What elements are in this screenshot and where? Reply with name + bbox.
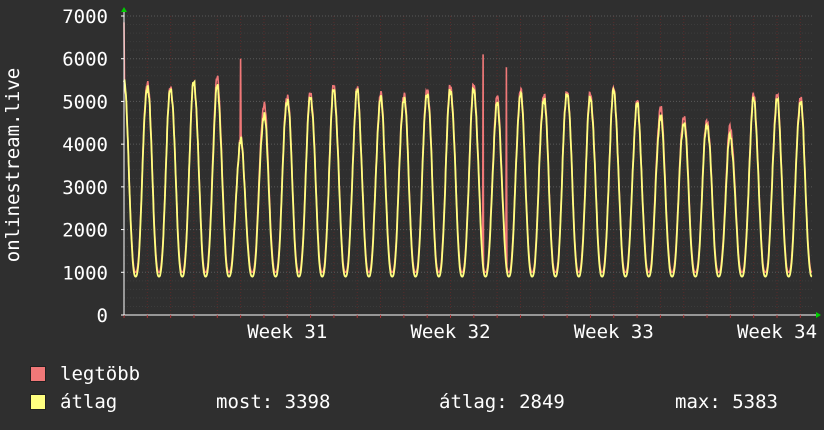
y-tick-label: 7000 <box>62 6 108 28</box>
y-tick-label: 3000 <box>62 177 108 199</box>
legend-swatch-max <box>30 366 46 382</box>
line-chart: 01000200030004000500060007000 Week 31 Wee… <box>2 6 821 343</box>
legend-label-max: legtöbb <box>60 363 141 385</box>
y-tick-label: 1000 <box>62 262 108 284</box>
legend-label-avg: átlag <box>60 391 118 413</box>
y-tick-label: 4000 <box>62 134 108 156</box>
series-layer <box>123 22 813 278</box>
stat-maximum: max: 5383 <box>675 391 778 413</box>
y-axis-ticks: 0 1000 2000 3000 4000 5000 6000 7000 <box>62 6 108 327</box>
stat-current: most: 3398 <box>216 391 331 413</box>
x-axis-ticks: Week 31 Week 32 Week 33 Week 34 <box>247 321 817 343</box>
x-tick-label: Week 32 <box>410 321 490 343</box>
x-tick-label: Week 31 <box>247 321 327 343</box>
x-tick-label: Week 33 <box>574 321 654 343</box>
x-tick-label: Week 34 <box>737 321 817 343</box>
stat-average: átlag: 2849 <box>439 391 565 413</box>
y-tick-label: 2000 <box>62 220 108 242</box>
y-tick-label: 6000 <box>62 49 108 71</box>
y-axis-label: onlinestream.live <box>2 68 24 262</box>
series-line-max <box>123 22 813 274</box>
y-tick-label: 0 <box>97 305 108 327</box>
y-tick-label: 5000 <box>62 91 108 113</box>
x-axis-arrow <box>816 312 821 318</box>
y-axis-arrow <box>121 7 127 12</box>
legend-swatch-avg <box>30 394 46 410</box>
